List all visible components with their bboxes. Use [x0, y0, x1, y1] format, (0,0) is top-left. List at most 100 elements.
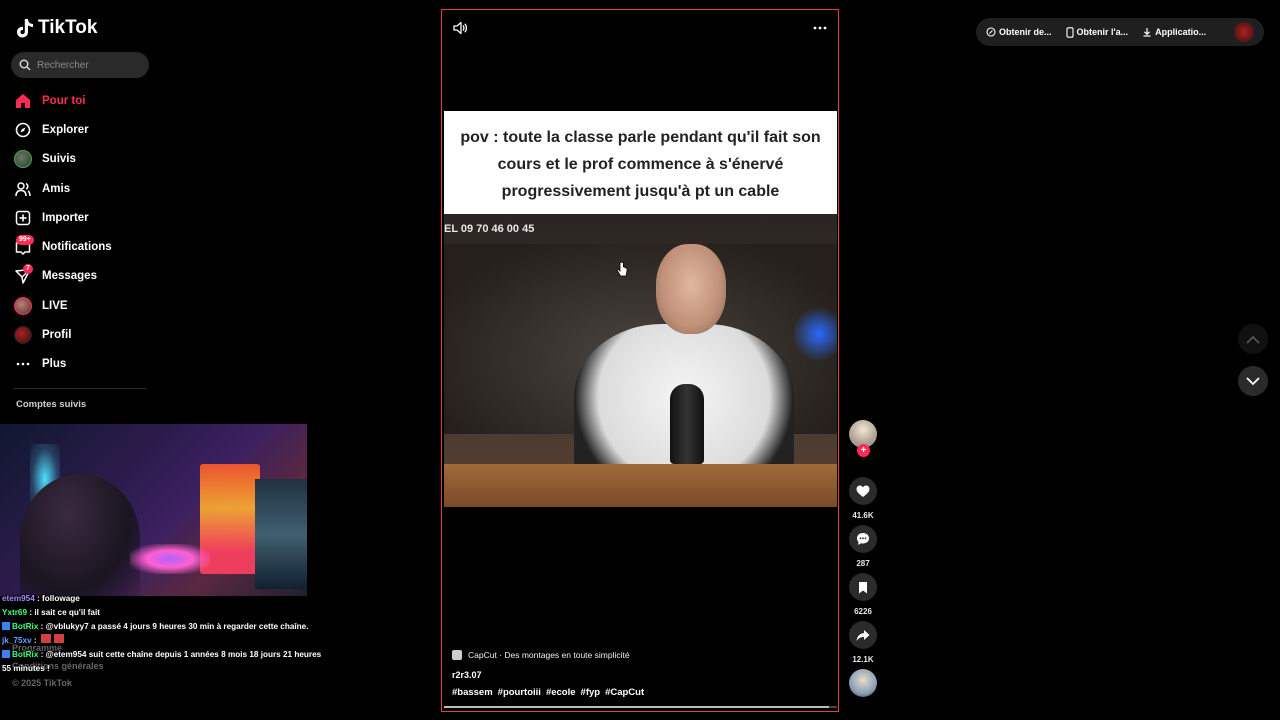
bot-badge-icon	[2, 622, 10, 630]
search-bar[interactable]	[11, 52, 149, 78]
streamer-webcam-overlay	[0, 424, 307, 596]
hashtag[interactable]: #pourtoiii	[498, 687, 541, 698]
chat-text: : il sait ce qu'il fait	[27, 608, 100, 617]
phone-number-overlay: EL 09 70 46 00 45	[444, 223, 535, 235]
top-right-bar: Obtenir de... Obtenir l'a... Applicatio.…	[976, 18, 1264, 46]
get-app-button[interactable]: Obtenir l'a...	[1065, 26, 1129, 38]
video-progress-bar[interactable]	[444, 706, 837, 708]
chat-message: jk_75xv :	[2, 634, 322, 648]
sidebar-item-upload[interactable]: Importer	[14, 203, 154, 232]
sidebar-item-label: Messages	[42, 270, 97, 283]
video-author[interactable]: r2r3.07	[452, 670, 482, 680]
live-icon	[14, 296, 32, 315]
stream-chat-overlay: etem954 : followage Yxtr69 : il sait ce …	[2, 592, 322, 676]
sidebar-item-label: Notifications	[42, 241, 112, 254]
like-count: 41.6K	[852, 511, 874, 520]
chat-username: Yxtr69	[2, 608, 28, 617]
capcut-link[interactable]: CapCut · Des montages en toute simplicit…	[452, 650, 630, 660]
chat-text: : followage	[34, 594, 80, 603]
more-options-icon[interactable]	[812, 20, 828, 41]
creator-avatar-button[interactable]: +	[846, 420, 880, 472]
comment-icon[interactable]	[849, 525, 877, 553]
hand-cursor-icon	[616, 261, 628, 281]
sidebar-item-label: Amis	[42, 182, 71, 195]
music-disc-button[interactable]	[846, 669, 880, 697]
sidebar-item-for-you[interactable]: Pour toi	[14, 86, 154, 115]
desktop-app-button[interactable]: Applicatio...	[1142, 27, 1206, 37]
heart-icon[interactable]	[849, 477, 877, 505]
get-app-label: Obtenir l'a...	[1076, 27, 1129, 37]
chat-message: etem954 : followage	[2, 592, 322, 606]
hashtag[interactable]: #CapCut	[605, 687, 644, 698]
sidebar-item-profile[interactable]: Profil	[14, 320, 154, 349]
upload-icon	[14, 209, 32, 227]
app-name: TikTok	[38, 17, 98, 38]
search-input[interactable]	[37, 59, 137, 71]
sidebar-item-label: Plus	[42, 358, 67, 371]
sidebar-item-label: Suivis	[42, 153, 76, 166]
chat-username: BotRix	[12, 622, 39, 631]
share-count: 12.1K	[852, 655, 874, 664]
music-disc-icon[interactable]	[849, 669, 877, 697]
creator-avatar[interactable]: +	[849, 420, 877, 457]
user-avatar[interactable]	[1234, 22, 1254, 42]
previous-video-button[interactable]	[1238, 324, 1268, 354]
comment-count: 287	[856, 559, 870, 568]
volume-icon[interactable]	[452, 20, 468, 41]
tiktok-logo[interactable]: TikTok	[16, 17, 97, 39]
video-caption-overlay: pov : toute la classe parle pendant qu'i…	[444, 111, 837, 214]
more-icon	[14, 355, 32, 373]
microphone	[670, 384, 704, 464]
follow-plus-icon[interactable]: +	[857, 444, 870, 457]
home-icon	[14, 92, 32, 110]
sidebar-item-label: Importer	[42, 211, 89, 224]
sidebar-item-messages[interactable]: 7 Messages	[14, 262, 154, 291]
save-button[interactable]: 6226	[846, 573, 880, 616]
notifications-badge: 99+	[16, 235, 34, 246]
search-icon	[19, 59, 31, 71]
sidebar-item-explore[interactable]: Explorer	[14, 115, 154, 144]
profile-avatar-icon	[14, 326, 32, 345]
chat-username: jk_75xv	[2, 636, 32, 645]
share-icon[interactable]	[849, 621, 877, 649]
sidebar-item-label: Explorer	[42, 123, 89, 136]
capcut-label: CapCut · Des montages en toute simplicit…	[468, 650, 630, 660]
sidebar-item-friends[interactable]: Amis	[14, 174, 154, 203]
chat-username: etem954	[2, 594, 35, 603]
like-button[interactable]: 41.6K	[846, 477, 880, 520]
get-coins-button[interactable]: Obtenir de...	[986, 27, 1052, 37]
chat-text: : @etem954 suit cette chaîne depuis 1 an…	[2, 650, 322, 673]
share-button[interactable]: 12.1K	[846, 621, 880, 664]
desktop-app-label: Applicatio...	[1155, 27, 1207, 37]
download-icon	[1143, 28, 1151, 37]
comment-button[interactable]: 287	[846, 525, 880, 568]
hashtag[interactable]: #fyp	[581, 687, 601, 698]
coin-icon	[986, 27, 996, 37]
sidebar-item-more[interactable]: Plus	[14, 350, 154, 379]
sidebar-item-following[interactable]: Suivis	[14, 145, 154, 174]
inbox-icon: 99+	[14, 235, 34, 256]
bookmark-icon[interactable]	[849, 573, 877, 601]
video-progress-fill	[444, 706, 830, 708]
phone-icon	[1065, 26, 1074, 38]
chat-text: :	[31, 636, 39, 645]
video-action-bar: + 41.6K 287 6226 12.1K	[846, 420, 880, 702]
sidebar-item-label: LIVE	[42, 299, 68, 312]
video-player[interactable]: pov : toute la classe parle pendant qu'i…	[441, 9, 839, 712]
hashtag[interactable]: #ecole	[546, 687, 576, 698]
bot-badge-icon	[2, 650, 10, 658]
followed-accounts-title: Comptes suivis	[16, 399, 87, 410]
chat-message: BotRix : @vblukyy7 a passé 4 jours 9 heu…	[2, 620, 322, 634]
sidebar-item-label: Pour toi	[42, 94, 86, 107]
hashtag[interactable]: #bassem	[452, 687, 493, 698]
tiktok-logo-icon	[17, 19, 33, 38]
friends-icon	[14, 180, 32, 198]
sidebar-item-live[interactable]: LIVE	[14, 291, 154, 320]
get-coins-label: Obtenir de...	[999, 27, 1052, 37]
chevron-down-icon	[1246, 376, 1260, 385]
sidebar-item-notifications[interactable]: 99+ Notifications	[14, 232, 154, 261]
next-video-button[interactable]	[1238, 366, 1268, 396]
emote-icon	[53, 634, 64, 643]
compass-icon	[14, 121, 32, 139]
chat-username: BotRix	[12, 650, 39, 659]
